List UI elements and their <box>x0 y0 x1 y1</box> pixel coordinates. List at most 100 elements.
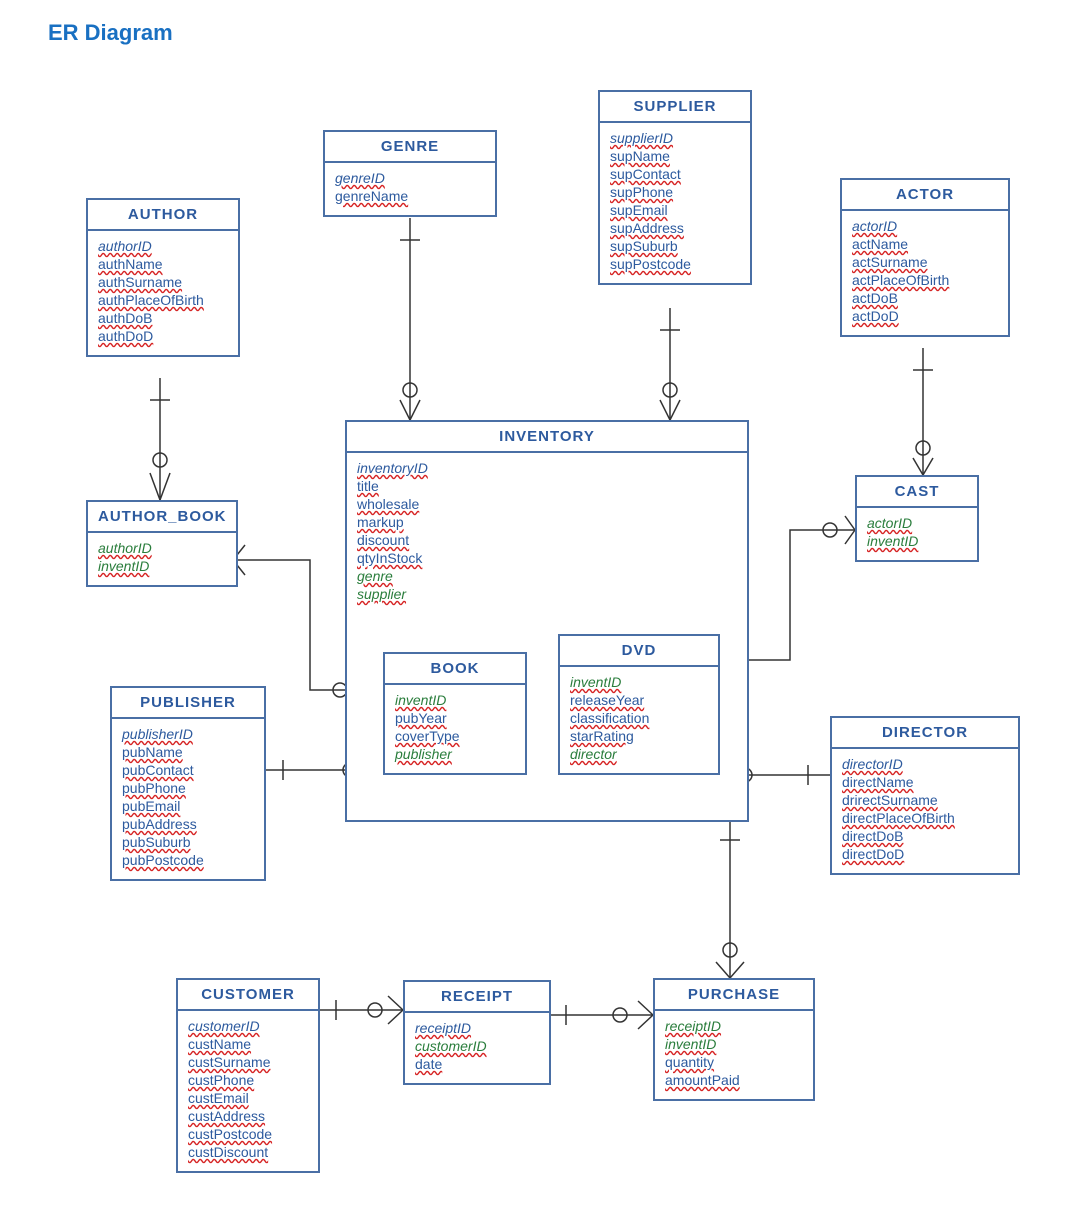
attr-actPlaceOfBirth: actPlaceOfBirth <box>852 271 998 289</box>
attr-list: receiptIDcustomerIDdate <box>405 1013 549 1083</box>
attr-classification: classification <box>570 709 708 727</box>
attr-wholesale: wholesale <box>357 495 737 513</box>
entity-customer: CUSTOMERcustomerIDcustNamecustSurnamecus… <box>176 978 320 1173</box>
entity-title: GENRE <box>325 132 495 163</box>
entity-title: AUTHOR <box>88 200 238 231</box>
attr-quantity: quantity <box>665 1053 803 1071</box>
attr-coverType: coverType <box>395 727 515 745</box>
attr-supPostcode: supPostcode <box>610 255 740 273</box>
attr-supAddress: supAddress <box>610 219 740 237</box>
attr-custName: custName <box>188 1035 308 1053</box>
attr-inventID: inventID <box>395 691 515 709</box>
attr-custPostcode: custPostcode <box>188 1125 308 1143</box>
attr-actSurname: actSurname <box>852 253 998 271</box>
attr-custSurname: custSurname <box>188 1053 308 1071</box>
attr-releaseYear: releaseYear <box>570 691 708 709</box>
attr-pubSuburb: pubSuburb <box>122 833 254 851</box>
attr-amountPaid: amountPaid <box>665 1071 803 1089</box>
attr-receiptID: receiptID <box>415 1019 539 1037</box>
attr-qtyInStock: qtyInStock <box>357 549 737 567</box>
entity-title: DVD <box>560 636 718 667</box>
entity-title: PURCHASE <box>655 980 813 1011</box>
attr-list: inventoryIDtitlewholesalemarkupdiscountq… <box>347 453 747 613</box>
attr-custPhone: custPhone <box>188 1071 308 1089</box>
attr-authDoD: authDoD <box>98 327 228 345</box>
attr-custAddress: custAddress <box>188 1107 308 1125</box>
attr-directDoD: directDoD <box>842 845 1008 863</box>
entity-genre: GENREgenreIDgenreName <box>323 130 497 217</box>
entity-author-book: AUTHOR_BOOKauthorIDinventID <box>86 500 238 587</box>
attr-authPlaceOfBirth: authPlaceOfBirth <box>98 291 228 309</box>
attr-list: authorIDinventID <box>88 533 236 585</box>
attr-actDoD: actDoD <box>852 307 998 325</box>
attr-list: genreIDgenreName <box>325 163 495 215</box>
attr-authorID: authorID <box>98 237 228 255</box>
attr-markup: markup <box>357 513 737 531</box>
attr-list: publisherIDpubNamepubContactpubPhonepubE… <box>112 719 264 879</box>
attr-supContact: supContact <box>610 165 740 183</box>
attr-actorID: actorID <box>852 217 998 235</box>
attr-inventID: inventID <box>665 1035 803 1053</box>
attr-supSuburb: supSuburb <box>610 237 740 255</box>
attr-pubYear: pubYear <box>395 709 515 727</box>
attr-supplierID: supplierID <box>610 129 740 147</box>
entity-title: CUSTOMER <box>178 980 318 1011</box>
attr-list: receiptIDinventIDquantityamountPaid <box>655 1011 813 1099</box>
attr-supEmail: supEmail <box>610 201 740 219</box>
attr-genre: genre <box>357 567 737 585</box>
entity-purchase: PURCHASEreceiptIDinventIDquantityamountP… <box>653 978 815 1101</box>
attr-directorID: directorID <box>842 755 1008 773</box>
attr-pubPhone: pubPhone <box>122 779 254 797</box>
entity-publisher: PUBLISHERpublisherIDpubNamepubContactpub… <box>110 686 266 881</box>
attr-supPhone: supPhone <box>610 183 740 201</box>
attr-list: actorIDinventID <box>857 508 977 560</box>
attr-supName: supName <box>610 147 740 165</box>
entity-author: AUTHORauthorIDauthNameauthSurnameauthPla… <box>86 198 240 357</box>
attr-director: director <box>570 745 708 763</box>
attr-publisher: publisher <box>395 745 515 763</box>
entity-title: INVENTORY <box>347 422 747 453</box>
attr-receiptID: receiptID <box>665 1017 803 1035</box>
entity-book: BOOKinventIDpubYearcoverTypepublisher <box>383 652 527 775</box>
entity-receipt: RECEIPTreceiptIDcustomerIDdate <box>403 980 551 1085</box>
entity-title: PUBLISHER <box>112 688 264 719</box>
attr-authName: authName <box>98 255 228 273</box>
attr-pubContact: pubContact <box>122 761 254 779</box>
attr-authDoB: authDoB <box>98 309 228 327</box>
attr-publisherID: publisherID <box>122 725 254 743</box>
attr-directName: directName <box>842 773 1008 791</box>
attr-actorID: actorID <box>867 514 967 532</box>
attr-customerID: customerID <box>415 1037 539 1055</box>
entity-dvd: DVDinventIDreleaseYearclassificationstar… <box>558 634 720 775</box>
attr-directDoB: directDoB <box>842 827 1008 845</box>
attr-pubEmail: pubEmail <box>122 797 254 815</box>
attr-list: directorIDdirectNamedrirectSurname direct… <box>832 749 1018 873</box>
entity-title: RECEIPT <box>405 982 549 1013</box>
attr-custEmail: custEmail <box>188 1089 308 1107</box>
entity-title: DIRECTOR <box>832 718 1018 749</box>
er-diagram-canvas: ER Diagram <box>0 0 1076 1224</box>
entity-director: DIRECTORdirectorIDdirectNamedrirectSurna… <box>830 716 1020 875</box>
entity-actor: ACTORactorIDactNameactSurnameactPlaceOfB… <box>840 178 1010 337</box>
attr-drirectSurname: drirectSurname <box>842 791 1008 809</box>
page-title: ER Diagram <box>48 20 173 46</box>
attr-list: customerIDcustNamecustSurnamecustPhonecu… <box>178 1011 318 1171</box>
attr-inventID: inventID <box>867 532 967 550</box>
attr-actName: actName <box>852 235 998 253</box>
attr-supplier: supplier <box>357 585 737 603</box>
entity-title: SUPPLIER <box>600 92 750 123</box>
entity-title: AUTHOR_BOOK <box>88 502 236 533</box>
attr-genreID: genreID <box>335 169 485 187</box>
attr-actDoB: actDoB <box>852 289 998 307</box>
attr-custDiscount: custDiscount <box>188 1143 308 1161</box>
attr-starRating: starRating <box>570 727 708 745</box>
entity-cast: CASTactorIDinventID <box>855 475 979 562</box>
attr-pubName: pubName <box>122 743 254 761</box>
attr-pubAddress: pubAddress <box>122 815 254 833</box>
attr-inventID: inventID <box>570 673 708 691</box>
attr-pubPostcode: pubPostcode <box>122 851 254 869</box>
attr-list: authorIDauthNameauthSurnameauthPlaceOfBi… <box>88 231 238 355</box>
attr-list: inventIDreleaseYearclassificationstarRat… <box>560 667 718 773</box>
entity-supplier: SUPPLIER supplierIDsupNamesupContactsupPh… <box>598 90 752 285</box>
attr-date: date <box>415 1055 539 1073</box>
